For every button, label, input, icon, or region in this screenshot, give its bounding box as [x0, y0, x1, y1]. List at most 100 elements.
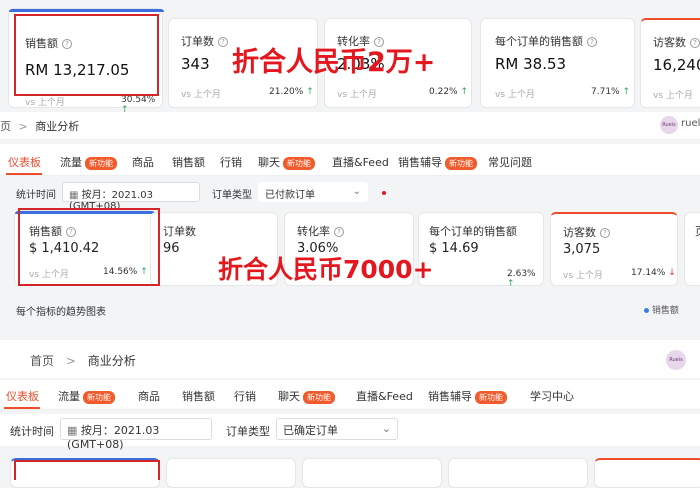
tab-faq[interactable]: 常见问题 [488, 154, 532, 170]
chevron-down-icon: ⌄ [381, 422, 391, 435]
metric-card-partial[interactable]: 页 [684, 212, 700, 286]
tab-bar: 仪表板 流量 新功能 商品 销售额 行销 聊天 新功能 直播&Feed 销售辅导 新功… [0, 380, 700, 410]
top-metrics-strip: 销售额? RM 13,217.05 vs 上个月 30.54% ↑ 订单数? 3… [0, 0, 700, 115]
metric-label: 转化率 [297, 225, 330, 238]
filter-bar: 统计时间 ▦ 按月：2021.03 (GMT+08) 订单类型 已确定订单 ⌄ [0, 414, 700, 451]
active-tab-underline [4, 407, 40, 409]
stat-time-select[interactable]: ▦ 按月：2021.03 (GMT+08) [62, 182, 200, 212]
tab-traffic[interactable]: 流量 新功能 [60, 154, 117, 170]
tab-live-feed[interactable]: 直播&Feed [332, 154, 389, 170]
metric-value: 16,240 [653, 56, 700, 74]
metric-label: 页 [695, 223, 700, 239]
breadcrumb-home[interactable]: 页 [0, 120, 11, 133]
metric-card-partial[interactable] [594, 458, 700, 488]
metric-change: 7.71% [591, 87, 620, 97]
metric-card-visitors[interactable]: 访客数? 3,075 vs 上个月 17.14% ↓ [550, 212, 678, 286]
help-icon[interactable]: ? [218, 37, 228, 47]
metric-card-sales-per-order[interactable]: 每个订单的销售额? RM 38.53 vs 上个月 7.71% ↑ [480, 18, 635, 108]
highlight-box [14, 460, 160, 480]
arrow-up-icon: ↑ [622, 87, 631, 97]
comparison-label: vs 上个月 [25, 98, 65, 108]
legend-dot [644, 308, 649, 313]
tab-marketing[interactable]: 行销 [234, 388, 256, 404]
metric-card-partial[interactable] [448, 458, 588, 488]
breadcrumb: 页 > 商业分析 [0, 118, 79, 134]
stat-time-label: 统计时间 [10, 425, 54, 438]
legend-label: 销售额 [651, 306, 679, 316]
tab-sales-coaching[interactable]: 销售辅导 新功能 [428, 388, 507, 404]
arrow-down-icon: ↓ [668, 268, 676, 278]
new-feature-badge: 新功能 [303, 390, 335, 404]
order-type-value: 已确定订单 [283, 424, 338, 437]
tab-sales[interactable]: 销售额 [172, 154, 205, 170]
tab-traffic[interactable]: 流量 新功能 [58, 388, 115, 404]
new-feature-badge: 新功能 [283, 156, 315, 170]
order-type-select[interactable]: 已付款订单 ⌄ [258, 182, 368, 202]
tab-products[interactable]: 商品 [138, 388, 160, 404]
active-indicator [9, 9, 164, 12]
comparison-label: vs 上个月 [495, 90, 535, 100]
calendar-icon: ▦ [67, 424, 78, 437]
stat-time-label: 统计时间 [16, 190, 56, 201]
avatar[interactable]: Rueis [660, 116, 678, 134]
overlay-caption: 折合人民币7000+ [218, 255, 434, 284]
tab-learning-center[interactable]: 学习中心 [530, 388, 574, 404]
order-type-select[interactable]: 已确定订单 ⌄ [276, 418, 398, 440]
calendar-icon: ▦ [69, 190, 79, 201]
tab-chat[interactable]: 聊天 新功能 [258, 154, 315, 170]
required-dot [382, 191, 386, 195]
tab-live-feed[interactable]: 直播&Feed [356, 388, 413, 404]
metric-card-sales-per-order[interactable]: 每个订单的销售额 $ 14.69 2.63% ↑ [418, 212, 544, 289]
metric-value: 96 [163, 241, 180, 256]
chart-legend[interactable]: 销售额 [644, 303, 679, 316]
help-icon[interactable]: ? [587, 37, 597, 47]
arrow-up-icon: ↑ [460, 87, 469, 97]
help-icon[interactable]: ? [334, 227, 344, 237]
tab-dashboard[interactable]: 仪表板 [6, 388, 39, 404]
header-bar: 首页 > 商业分析 Rueis [0, 332, 700, 378]
tab-sales[interactable]: 销售额 [182, 388, 215, 404]
comparison-label: vs 上个月 [563, 271, 603, 281]
tab-bar: 仪表板 流量 新功能 商品 销售额 行销 聊天 新功能 直播&Feed 销售辅导 新功… [0, 144, 700, 176]
overlay-caption: 折合人民币2万+ [232, 47, 436, 78]
metric-value: 3,075 [563, 242, 601, 257]
help-icon[interactable]: ? [690, 38, 700, 48]
metric-card-visitors[interactable]: 访客数? 16,240 vs 上个月 [640, 18, 700, 108]
metric-label: 每个订单的销售额 [429, 225, 517, 238]
tab-products[interactable]: 商品 [132, 154, 154, 170]
order-type-label: 订单类型 [212, 190, 252, 201]
filter-bar: 统计时间 ▦ 按月：2021.03 (GMT+08) 订单类型 已付款订单 ⌄ [0, 180, 700, 212]
new-feature-badge: 新功能 [85, 156, 117, 170]
cards-row-partial [0, 450, 700, 488]
tab-dashboard[interactable]: 仪表板 [8, 154, 41, 170]
tab-sales-coaching[interactable]: 销售辅导 新功能 [398, 154, 477, 170]
metric-value: $ 14.69 [429, 241, 479, 256]
arrow-up-icon: ↑ [507, 279, 515, 289]
metric-label: 每个订单的销售额 [495, 35, 583, 48]
breadcrumb-home[interactable]: 首页 [30, 354, 54, 368]
metric-change: 30.54% [121, 95, 156, 105]
metric-change: 17.14% [631, 268, 666, 278]
metric-value: RM 38.53 [495, 55, 567, 73]
stat-time-value: 按月：2021.03 (GMT+08) [67, 424, 160, 451]
highlight-box [18, 208, 160, 286]
metric-label: 访客数 [653, 36, 686, 49]
comparison-label: vs 上个月 [181, 90, 221, 100]
metric-change: 21.20% [269, 87, 304, 97]
metric-label: 订单数 [163, 225, 196, 238]
order-type-value: 已付款订单 [265, 190, 315, 201]
order-type-label: 订单类型 [226, 425, 270, 438]
tab-chat[interactable]: 聊天 新功能 [278, 388, 335, 404]
highlight-box [14, 14, 159, 96]
metric-card-partial[interactable] [302, 458, 442, 488]
metric-card-partial[interactable] [166, 458, 296, 488]
comparison-label: vs 上个月 [653, 91, 693, 101]
help-icon[interactable]: ? [600, 228, 610, 238]
tab-marketing[interactable]: 行销 [220, 154, 242, 170]
breadcrumb: 首页 > 商业分析 [30, 352, 136, 369]
stat-time-select[interactable]: ▦ 按月：2021.03 (GMT+08) [60, 418, 212, 451]
new-feature-badge: 新功能 [445, 156, 477, 170]
metric-label: 订单数 [181, 35, 214, 48]
username[interactable]: ruel [681, 118, 700, 129]
avatar[interactable]: Rueis [666, 350, 686, 370]
